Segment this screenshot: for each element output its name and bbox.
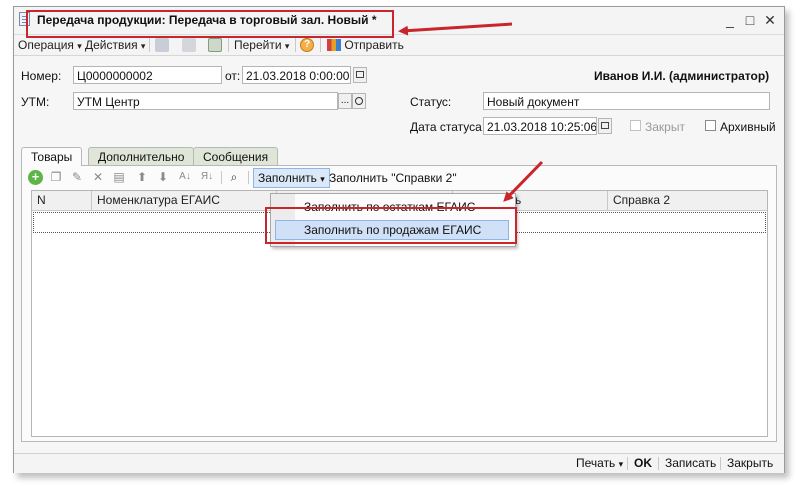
annotation-arrows — [398, 22, 544, 202]
annotation-arrow-title — [398, 22, 513, 36]
annotation-arrow-menu — [503, 160, 544, 202]
